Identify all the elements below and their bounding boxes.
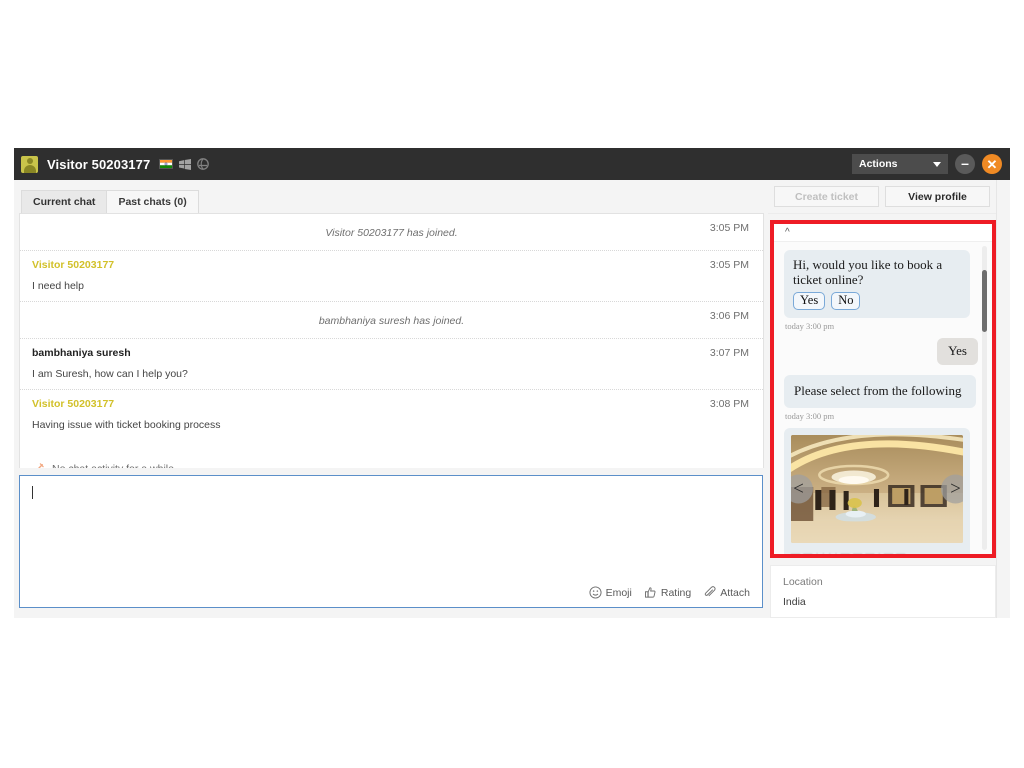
message-text: Having issue with ticket booking process	[32, 419, 221, 431]
bot-message-text: Hi, would you like to book a ticket onli…	[793, 257, 943, 288]
carousel-caption: — — · · · · — — — · — —	[791, 547, 906, 554]
transcript-system-row: bambhaniya suresh has joined. 3:06 PM	[20, 302, 763, 339]
chevron-up-icon[interactable]: ^	[785, 227, 790, 238]
panel-scrollbar[interactable]	[996, 180, 1010, 618]
user-message-row: Yes	[784, 338, 978, 366]
widget-scrollbar-thumb[interactable]	[982, 270, 987, 332]
user-message-bubble: Yes	[937, 338, 978, 366]
message-text: I need help	[32, 280, 84, 292]
india-flag-icon	[159, 159, 174, 169]
visitor-name-title: Visitor 50203177	[47, 156, 151, 172]
minimize-button[interactable]: –	[955, 154, 975, 174]
transcript-message-row: Visitor 50203177 Having issue with ticke…	[20, 390, 763, 453]
message-timestamp: 3:06 PM	[709, 310, 749, 322]
visitor-info-panel: Location India Browser	[770, 565, 996, 618]
user-avatar-icon	[21, 155, 38, 173]
tab-current-chat[interactable]: Current chat	[21, 190, 108, 213]
attach-label: Attach	[720, 586, 750, 599]
message-stamp: today 3:00 pm	[785, 410, 835, 421]
system-message-text: Visitor 50203177 has joined.	[325, 227, 458, 239]
bot-message-bubble: Please select from the following	[784, 375, 976, 408]
window-body: Current chat Past chats (0) Visitor 5020…	[14, 180, 1010, 618]
window-titlebar: Visitor 50203177 Actions – ✕	[14, 148, 1010, 180]
message-timestamp: 3:05 PM	[709, 222, 749, 234]
visitor-panel: Create ticket View profile ^ Hi, would y…	[768, 180, 1010, 618]
visitor-meta-icons	[159, 158, 210, 170]
message-author: Visitor 50203177	[32, 398, 115, 410]
composer-wrapper: Emoji Rating Attach	[14, 468, 768, 618]
actions-dropdown-label: Actions	[859, 158, 898, 170]
message-text: I am Suresh, how can I help you?	[32, 368, 188, 380]
paperclip-icon	[704, 586, 716, 597]
info-label-location: Location	[783, 576, 823, 588]
widget-header: ^	[774, 224, 992, 242]
message-timestamp: 3:07 PM	[709, 347, 749, 359]
chat-transcript: Visitor 50203177 has joined. 3:05 PM Vis…	[19, 213, 764, 468]
info-value-location: India	[783, 596, 806, 608]
quick-reply-group: Yes No	[793, 291, 961, 311]
view-profile-button[interactable]: View profile	[885, 186, 990, 207]
panel-action-buttons: Create ticket View profile	[768, 180, 996, 214]
quick-reply-no[interactable]: No	[831, 291, 861, 311]
window-controls: Actions – ✕	[852, 154, 1002, 174]
windows-logo-icon	[179, 158, 192, 170]
chat-window: Visitor 50203177 Actions – ✕ Current cha…	[14, 148, 1010, 618]
chat-column: Current chat Past chats (0) Visitor 5020…	[14, 180, 768, 618]
attach-button[interactable]: Attach	[703, 586, 750, 599]
tab-past-chats[interactable]: Past chats (0)	[107, 190, 199, 213]
no-activity-notice: No chat activity for a while	[20, 453, 763, 468]
browser-icon	[197, 158, 210, 170]
widget-message-list: Hi, would you like to book a ticket onli…	[774, 242, 992, 554]
message-author: Visitor 50203177	[32, 259, 115, 271]
transcript-message-row: Visitor 50203177 I need help 3:05 PM	[20, 251, 763, 302]
transcript-message-row: bambhaniya suresh I am Suresh, how can I…	[20, 339, 763, 390]
rating-button[interactable]: Rating	[644, 586, 691, 599]
hotel-lobby-image: < >	[791, 434, 963, 543]
quick-reply-yes[interactable]: Yes	[793, 291, 826, 311]
emoji-label: Emoji	[605, 586, 632, 599]
message-input[interactable]	[20, 476, 762, 582]
chevron-down-icon	[933, 161, 941, 167]
chat-tabs: Current chat Past chats (0)	[14, 180, 768, 213]
message-timestamp: 3:08 PM	[709, 398, 749, 410]
chat-widget-preview-highlight: ^ Hi, would you like to book a ticket on…	[770, 220, 996, 558]
system-message-text: bambhaniya suresh has joined.	[318, 315, 465, 327]
emoji-icon	[589, 586, 602, 599]
message-composer[interactable]: Emoji Rating Attach	[19, 475, 763, 608]
message-stamp: today 3:00 pm	[785, 321, 835, 332]
message-timestamp: 3:05 PM	[709, 259, 749, 271]
message-author: bambhaniya suresh	[32, 347, 131, 359]
emoji-button[interactable]: Emoji	[589, 586, 632, 599]
thumbs-up-icon	[644, 587, 656, 598]
carousel-next-button[interactable]: >	[941, 474, 963, 504]
carousel-card: < > — — · · · · — — — · — —	[784, 427, 970, 554]
close-button[interactable]: ✕	[982, 154, 1002, 174]
actions-dropdown[interactable]: Actions	[852, 154, 948, 174]
transcript-system-row: Visitor 50203177 has joined. 3:05 PM	[20, 214, 763, 251]
bot-message-bubble: Hi, would you like to book a ticket onli…	[784, 250, 970, 319]
create-ticket-button[interactable]: Create ticket	[774, 186, 879, 207]
composer-toolbar: Emoji Rating Attach	[20, 582, 762, 607]
rating-label: Rating	[660, 586, 692, 599]
